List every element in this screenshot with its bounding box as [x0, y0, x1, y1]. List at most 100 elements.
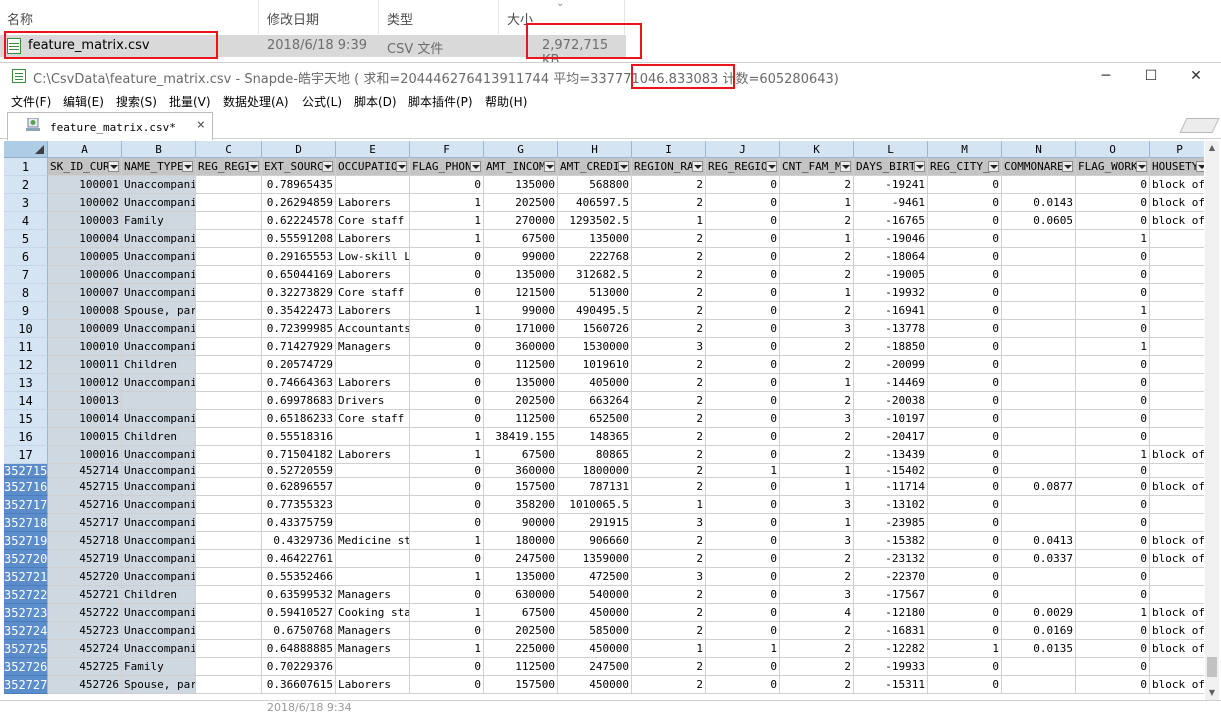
row-number-352725[interactable]: 352725: [4, 640, 48, 658]
table-cell[interactable]: 0.0413: [1002, 532, 1076, 550]
filter-dropdown-icon[interactable]: [248, 161, 259, 172]
table-cell[interactable]: 906660: [558, 532, 632, 550]
table-cell[interactable]: 0: [928, 356, 1002, 374]
table-cell[interactable]: 0: [928, 320, 1002, 338]
table-cell[interactable]: 100005: [48, 248, 122, 266]
table-cell[interactable]: 0: [1076, 212, 1150, 230]
table-cell[interactable]: [1150, 248, 1204, 266]
table-cell[interactable]: [1002, 374, 1076, 392]
table-cell[interactable]: 0: [928, 622, 1002, 640]
table-cell[interactable]: Laborers: [336, 676, 410, 694]
table-cell[interactable]: [196, 532, 262, 550]
table-cell[interactable]: -16765: [854, 212, 928, 230]
table-cell[interactable]: -17567: [854, 586, 928, 604]
table-cell[interactable]: 0.55518316: [262, 428, 336, 446]
table-cell[interactable]: block of: [1150, 622, 1204, 640]
table-cell[interactable]: 1: [780, 514, 854, 532]
table-cell[interactable]: 1800000: [558, 464, 632, 478]
table-cell[interactable]: [1002, 284, 1076, 302]
table-cell[interactable]: 0: [1076, 410, 1150, 428]
table-cell[interactable]: 2: [632, 320, 706, 338]
table-cell[interactable]: 2: [780, 640, 854, 658]
table-cell[interactable]: 0: [928, 176, 1002, 194]
table-cell[interactable]: 1: [780, 478, 854, 496]
table-cell[interactable]: Laborers: [336, 194, 410, 212]
table-cell[interactable]: [1150, 338, 1204, 356]
table-cell[interactable]: 1: [1076, 302, 1150, 320]
table-cell[interactable]: [1150, 266, 1204, 284]
table-cell[interactable]: 0.0169: [1002, 622, 1076, 640]
table-cell[interactable]: -19005: [854, 266, 928, 284]
table-cell[interactable]: 2: [632, 464, 706, 478]
column-letter-k[interactable]: K: [780, 141, 854, 158]
table-cell[interactable]: Drivers: [336, 392, 410, 410]
table-cell[interactable]: 406597.5: [558, 194, 632, 212]
table-cell[interactable]: 0.55352466: [262, 568, 336, 586]
table-cell[interactable]: 0.78965435: [262, 176, 336, 194]
table-cell[interactable]: 0.65044169: [262, 266, 336, 284]
table-cell[interactable]: 121500: [484, 284, 558, 302]
filter-dropdown-icon[interactable]: [544, 161, 555, 172]
table-cell[interactable]: Unaccompanie: [122, 604, 196, 622]
table-cell[interactable]: 80865: [558, 446, 632, 464]
table-cell[interactable]: 2: [632, 622, 706, 640]
table-cell[interactable]: Children: [122, 428, 196, 446]
table-cell[interactable]: 0: [1076, 284, 1150, 302]
table-cell[interactable]: 0: [706, 410, 780, 428]
table-cell[interactable]: Unaccompanie: [122, 230, 196, 248]
table-cell[interactable]: 450000: [558, 604, 632, 622]
table-cell[interactable]: -13778: [854, 320, 928, 338]
table-cell[interactable]: 225000: [484, 640, 558, 658]
table-cell[interactable]: -23985: [854, 514, 928, 532]
title-bar[interactable]: C:\CsvData\feature_matrix.csv - Snapde-皓…: [0, 63, 1221, 90]
tab-feature-matrix[interactable]: feature_matrix.csv* ×: [7, 112, 213, 140]
table-cell[interactable]: 0: [410, 392, 484, 410]
table-cell[interactable]: 3: [632, 338, 706, 356]
table-cell[interactable]: 450000: [558, 676, 632, 694]
table-cell[interactable]: 0: [1076, 248, 1150, 266]
table-cell[interactable]: 452723: [48, 622, 122, 640]
scrollbar-thumb[interactable]: [1207, 657, 1217, 677]
table-cell[interactable]: -14469: [854, 374, 928, 392]
table-cell[interactable]: 1: [928, 640, 1002, 658]
col-header-type[interactable]: 类型: [387, 9, 413, 28]
table-cell[interactable]: 0: [1076, 622, 1150, 640]
filter-dropdown-icon[interactable]: [914, 161, 925, 172]
table-cell[interactable]: 202500: [484, 194, 558, 212]
table-cell[interactable]: Unaccompanie: [122, 176, 196, 194]
row-number-352717[interactable]: 352717: [4, 496, 48, 514]
menu-edit[interactable]: 编辑(E): [63, 93, 104, 110]
column-letter-b[interactable]: B: [122, 141, 196, 158]
table-cell[interactable]: 0.71504182: [262, 446, 336, 464]
table-cell[interactable]: 99000: [484, 248, 558, 266]
table-cell[interactable]: 452721: [48, 586, 122, 604]
select-all-corner[interactable]: [4, 141, 48, 158]
table-cell[interactable]: [336, 514, 410, 532]
filter-dropdown-icon[interactable]: [182, 161, 193, 172]
table-cell[interactable]: -19932: [854, 284, 928, 302]
table-cell[interactable]: 2: [632, 230, 706, 248]
menu-search[interactable]: 搜索(S): [116, 93, 157, 110]
table-cell[interactable]: [1002, 230, 1076, 248]
table-cell[interactable]: 0: [1076, 514, 1150, 532]
table-cell[interactable]: Unaccompanie: [122, 622, 196, 640]
table-cell[interactable]: block of: [1150, 640, 1204, 658]
table-cell[interactable]: 67500: [484, 446, 558, 464]
table-cell[interactable]: 0: [928, 212, 1002, 230]
table-cell[interactable]: -15382: [854, 532, 928, 550]
table-cell[interactable]: 630000: [484, 586, 558, 604]
table-cell[interactable]: 247500: [558, 658, 632, 676]
table-cell[interactable]: 0: [410, 320, 484, 338]
table-cell[interactable]: 0: [706, 302, 780, 320]
table-cell[interactable]: Unaccompanie: [122, 284, 196, 302]
table-cell[interactable]: [196, 586, 262, 604]
table-cell[interactable]: 0: [706, 392, 780, 410]
table-cell[interactable]: 0: [706, 194, 780, 212]
table-cell[interactable]: Unaccompanie: [122, 550, 196, 568]
table-cell[interactable]: 1: [780, 230, 854, 248]
table-cell[interactable]: 100013: [48, 392, 122, 410]
table-cell[interactable]: 90000: [484, 514, 558, 532]
table-cell[interactable]: 1530000: [558, 338, 632, 356]
table-cell[interactable]: 3: [632, 568, 706, 586]
table-cell[interactable]: 513000: [558, 284, 632, 302]
